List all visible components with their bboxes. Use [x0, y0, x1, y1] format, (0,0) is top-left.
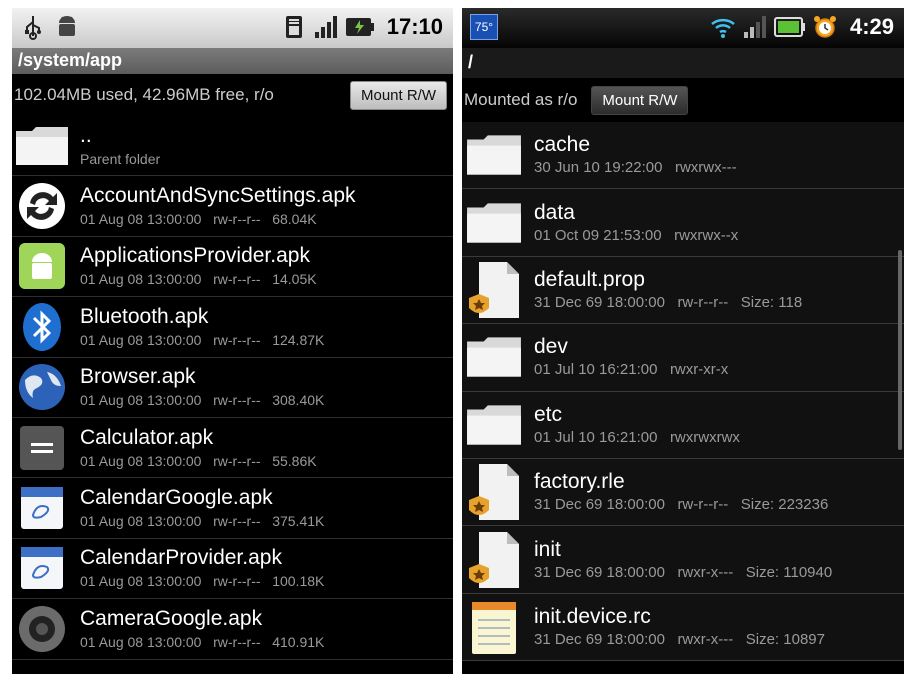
mount-status: Mounted as r/o: [464, 90, 578, 109]
file-meta: 31 Dec 69 18:00:00 rw-r--r-- Size: 118: [534, 293, 803, 311]
left-screen: 17:10 /system/app 102.04MB used, 42.96MB…: [12, 8, 453, 674]
signal-icon: [743, 16, 766, 38]
android-debug-icon: [59, 16, 75, 36]
file-name: Calculator.apk: [80, 425, 214, 449]
calculator-icon: [20, 425, 64, 470]
sync-icon: [19, 183, 65, 230]
file-meta: 01 Aug 08 13:00:00 rw-r--r-- 375.41K: [80, 513, 325, 530]
wifi-icon: [711, 18, 735, 38]
file-row[interactable]: dev 01 Jul 10 16:21:00 rwxr-xr-x: [462, 324, 904, 392]
calendar-icon: [21, 547, 63, 590]
folder-icon: [467, 337, 521, 378]
file-meta: 01 Aug 08 13:00:00 rw-r--r-- 68.04K: [80, 211, 317, 228]
file-row[interactable]: Bluetooth.apk 01 Aug 08 13:00:00 rw-r--r-…: [12, 297, 453, 358]
file-meta: 01 Aug 08 13:00:00 rw-r--r-- 308.40K: [80, 392, 325, 409]
file-name: dev: [534, 335, 568, 359]
storage-info-row: 102.04MB used, 42.96MB free, r/o Mount R…: [12, 74, 453, 116]
file-name: cache: [534, 133, 591, 157]
file-meta: 30 Jun 10 19:22:00 rwxrwx---: [534, 159, 737, 177]
file-name: init: [534, 537, 561, 561]
file-name: init.device.rc: [534, 604, 651, 628]
file-list: cache 30 Jun 10 19:22:00 rwxrwx--- data 01…: [462, 122, 904, 662]
battery-charging-icon: [345, 18, 374, 36]
path-bar: /: [462, 48, 904, 78]
file-meta: 01 Aug 08 13:00:00 rw-r--r-- 55.86K: [80, 452, 317, 469]
clock: 4:29: [849, 14, 894, 39]
file-row[interactable]: AccountAndSyncSettings.apk 01 Aug 08 13:0…: [12, 176, 453, 237]
path-bar: /system/app: [12, 48, 453, 74]
file-name: CalendarGoogle.apk: [80, 486, 273, 510]
file-meta: 01 Aug 08 13:00:00 rw-r--r-- 100.18K: [80, 573, 325, 590]
folder-icon: [467, 202, 521, 243]
scrollbar-thumb[interactable]: [898, 250, 902, 450]
mount-rw-button[interactable]: Mount R/W: [349, 80, 447, 110]
file-list: .. Parent folder AccountAndSyncSettings.a…: [12, 116, 453, 660]
file-row[interactable]: init 31 Dec 69 18:00:00 rwxr-x--- Size: 1…: [462, 526, 904, 594]
file-meta: 01 Jul 10 16:21:00 rwxrwxrwx: [534, 428, 740, 446]
status-bar: 17:10: [12, 8, 453, 48]
file-row[interactable]: factory.rle 31 Dec 69 18:00:00 rw-r--r-- …: [462, 458, 904, 527]
file-meta: 31 Dec 69 18:00:00 rwxr-x--- Size: 10897: [534, 630, 825, 648]
alarm-clock-icon: [813, 16, 836, 38]
file-row[interactable]: data 01 Oct 09 21:53:00 rwxrwx--x: [462, 189, 904, 257]
file-row[interactable]: ApplicationsProvider.apk 01 Aug 08 13:00:…: [12, 236, 453, 298]
file-row[interactable]: CalendarGoogle.apk 01 Aug 08 13:00:00 rw-…: [12, 478, 453, 539]
mount-rw-button[interactable]: Mount R/W: [591, 85, 689, 115]
file-name: Browser.apk: [80, 365, 196, 389]
battery-icon: [773, 17, 805, 37]
storage-info: 102.04MB used, 42.96MB free, r/o: [14, 85, 274, 104]
file-name: etc: [534, 402, 563, 426]
mount-info-row: Mounted as r/o Mount R/W: [462, 78, 904, 122]
file-name: AccountAndSyncSettings.apk: [80, 184, 356, 208]
file-row[interactable]: Calculator.apk 01 Aug 08 13:00:00 rw-r--r…: [12, 417, 453, 479]
parent-folder-row[interactable]: .. Parent folder: [12, 116, 453, 177]
secure-file-icon: [469, 464, 519, 521]
android-app-icon: [19, 243, 65, 290]
file-meta: 31 Dec 69 18:00:00 rw-r--r-- Size: 22323…: [534, 496, 829, 514]
file-row[interactable]: Browser.apk 01 Aug 08 13:00:00 rw-r--r-- …: [12, 357, 453, 418]
file-meta: 01 Jul 10 16:21:00 rwxr-xr-x: [534, 361, 729, 379]
file-name: data: [534, 200, 575, 224]
file-meta: 01 Aug 08 13:00:00 rw-r--r-- 410.91K: [80, 633, 325, 650]
file-row[interactable]: default.prop 31 Dec 69 18:00:00 rw-r--r--…: [462, 256, 904, 325]
file-name: ApplicationsProvider.apk: [80, 244, 310, 268]
secure-file-icon: [469, 531, 519, 588]
file-meta: 01 Aug 08 13:00:00 rw-r--r-- 14.05K: [80, 271, 317, 288]
bluetooth-icon: [23, 302, 61, 351]
file-row[interactable]: init.device.rc 31 Dec 69 18:00:00 rwxr-x-…: [462, 593, 904, 662]
notepad-icon: [472, 601, 516, 654]
file-row[interactable]: cache 30 Jun 10 19:22:00 rwxrwx---: [462, 122, 904, 190]
sim-icon: [285, 16, 302, 38]
file-name: factory.rle: [534, 470, 625, 494]
clock: 17:10: [386, 14, 443, 39]
usb-icon: [25, 16, 41, 40]
calendar-icon: [21, 487, 63, 530]
temperature-badge: 75°: [470, 14, 498, 40]
file-meta: 31 Dec 69 18:00:00 rwxr-x--- Size: 11094…: [534, 563, 833, 581]
file-name: ..: [80, 123, 92, 147]
folder-icon: [16, 126, 68, 165]
file-row[interactable]: CameraGoogle.apk 01 Aug 08 13:00:00 rw-r-…: [12, 599, 453, 660]
file-name: CalendarProvider.apk: [80, 546, 282, 570]
right-screen: 75° 4:29 / Mounted as r/o Mount R/W cach…: [462, 8, 904, 674]
secure-file-icon: [469, 261, 519, 318]
file-row[interactable]: CalendarProvider.apk 01 Aug 08 13:00:00 r…: [12, 538, 453, 600]
file-meta: Parent folder: [80, 150, 161, 167]
signal-icon: [314, 16, 337, 38]
file-row[interactable]: etc 01 Jul 10 16:21:00 rwxrwxrwx: [462, 391, 904, 459]
file-name: CameraGoogle.apk: [80, 606, 263, 630]
camera-icon: [19, 605, 65, 652]
file-meta: 01 Oct 09 21:53:00 rwxrwx--x: [534, 226, 739, 244]
status-bar: 75° 4:29: [462, 8, 904, 48]
file-meta: 01 Aug 08 13:00:00 rw-r--r-- 124.87K: [80, 331, 325, 348]
file-name: default.prop: [534, 267, 645, 291]
folder-icon: [467, 405, 521, 445]
file-name: Bluetooth.apk: [80, 304, 209, 328]
globe-icon: [19, 364, 65, 411]
folder-icon: [467, 135, 521, 175]
